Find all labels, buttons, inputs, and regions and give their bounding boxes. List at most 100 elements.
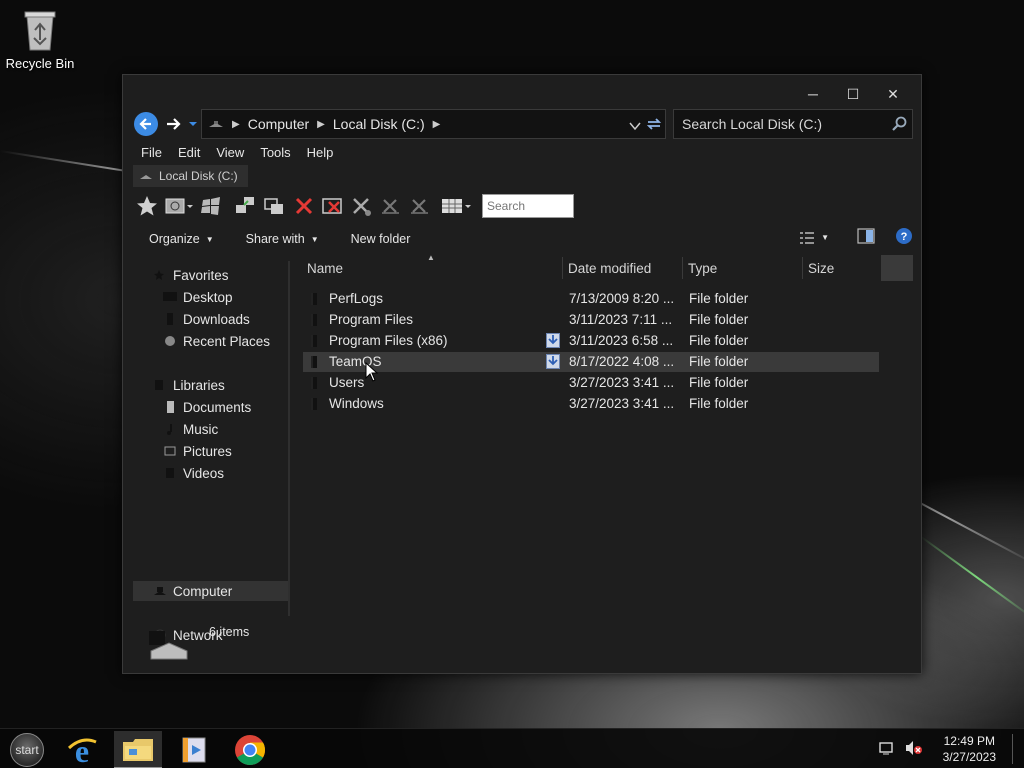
- chevron-down-icon[interactable]: [629, 118, 641, 134]
- desktop-icon-recycle-bin[interactable]: Recycle Bin: [2, 8, 78, 71]
- nav-favorites[interactable]: Favorites: [153, 265, 229, 285]
- redo-x-icon: [411, 199, 428, 214]
- delete-permanent-button[interactable]: [319, 192, 347, 220]
- menu-edit[interactable]: Edit: [170, 145, 208, 160]
- file-row[interactable]: Program Files 3/11/2023 7:11 ... File fo…: [303, 310, 879, 330]
- taskbar: start e 12:49 PM 3/27/2023: [0, 728, 1024, 768]
- column-divider[interactable]: [562, 257, 563, 279]
- menu-help[interactable]: Help: [299, 145, 342, 160]
- preview-pane-button[interactable]: [857, 228, 875, 247]
- breadcrumb-local-disk[interactable]: Local Disk (C:): [333, 116, 425, 132]
- chevron-right-icon: ▶: [317, 118, 325, 130]
- system-tray: 12:49 PM 3/27/2023: [878, 733, 1016, 765]
- favorite-star-button[interactable]: [133, 192, 161, 220]
- mouse-cursor-icon: [365, 361, 379, 385]
- start-button[interactable]: start: [10, 733, 44, 767]
- file-type: File folder: [689, 375, 749, 390]
- toolbar-search-input[interactable]: Search: [482, 194, 574, 218]
- minimize-button[interactable]: ─: [793, 83, 833, 105]
- move-to-button[interactable]: [261, 192, 289, 220]
- show-desktop-button[interactable]: [1012, 734, 1016, 764]
- change-view-button[interactable]: ▼: [799, 231, 845, 244]
- column-header-date-modified[interactable]: Date modified: [568, 257, 678, 279]
- breadcrumb-computer[interactable]: Computer: [248, 116, 309, 132]
- window-controls: ─ ☐ ✕: [793, 83, 913, 105]
- scissors-icon: [353, 198, 371, 216]
- chevron-down-icon: ▼: [205, 234, 214, 244]
- back-button[interactable]: [134, 112, 158, 136]
- column-divider[interactable]: [802, 257, 803, 279]
- file-date: 7/13/2009 8:20 ...: [569, 291, 675, 306]
- nav-item-pictures[interactable]: Pictures: [163, 441, 232, 461]
- drive-large-icon: [147, 629, 189, 664]
- file-row[interactable]: PerfLogs 7/13/2009 8:20 ... File folder: [303, 289, 879, 309]
- new-folder-button[interactable]: New folder: [335, 232, 427, 246]
- help-button[interactable]: ?: [895, 227, 913, 248]
- file-row[interactable]: Windows 3/27/2023 3:41 ... File folder: [303, 394, 879, 414]
- history-icon: [165, 198, 193, 214]
- file-row-selected[interactable]: TeamOS 8/17/2022 4:08 ... File folder: [303, 352, 879, 372]
- maximize-button[interactable]: ☐: [833, 83, 873, 105]
- recent-pages-dropdown[interactable]: [187, 112, 199, 136]
- windows-logo-button[interactable]: [197, 192, 225, 220]
- share-with-button[interactable]: Share with ▼: [230, 232, 335, 246]
- history-button[interactable]: [162, 192, 196, 220]
- preview-pane-icon: [857, 228, 875, 244]
- file-row[interactable]: Program Files (x86) 3/11/2023 6:58 ... F…: [303, 331, 879, 351]
- folder-icon: [311, 398, 317, 410]
- nav-item-videos[interactable]: Videos: [163, 463, 224, 483]
- action-center-icon[interactable]: [878, 741, 895, 758]
- forward-button[interactable]: [161, 112, 185, 136]
- taskbar-media-player[interactable]: [170, 731, 218, 768]
- close-button[interactable]: ✕: [873, 83, 913, 105]
- column-label: Date modified: [568, 260, 652, 276]
- nav-item-documents[interactable]: Documents: [163, 397, 251, 417]
- column-header-size[interactable]: Size: [808, 257, 878, 279]
- menu-tools[interactable]: Tools: [252, 145, 298, 160]
- menu-file[interactable]: File: [133, 145, 170, 160]
- refresh-icon[interactable]: [645, 115, 663, 136]
- recent-places-icon: [163, 335, 177, 347]
- nav-item-recent-places[interactable]: Recent Places: [163, 331, 270, 351]
- nav-computer[interactable]: Computer: [133, 581, 288, 601]
- redo-button[interactable]: [406, 192, 434, 220]
- forward-arrow-icon: [167, 118, 181, 130]
- menu-view[interactable]: View: [208, 145, 252, 160]
- nav-item-downloads[interactable]: Downloads: [163, 309, 250, 329]
- back-arrow-icon: [139, 118, 151, 130]
- column-divider[interactable]: [682, 257, 683, 279]
- cut-button[interactable]: [348, 192, 376, 220]
- folder-icon: [311, 293, 317, 305]
- clock[interactable]: 12:49 PM 3/27/2023: [943, 733, 996, 765]
- music-icon: [163, 423, 177, 435]
- taskbar-chrome[interactable]: [226, 731, 274, 768]
- search-input[interactable]: Search Local Disk (C:): [673, 109, 913, 139]
- nav-computer-label: Computer: [173, 583, 233, 599]
- taskbar-file-explorer[interactable]: [114, 731, 162, 768]
- libraries-icon: [153, 379, 167, 391]
- undo-button[interactable]: [377, 192, 405, 220]
- documents-icon: [163, 401, 177, 413]
- nav-item-label: Desktop: [183, 289, 233, 305]
- search-icon[interactable]: [892, 116, 908, 135]
- address-bar[interactable]: ▶ Computer ▶ Local Disk (C:) ▶: [201, 109, 666, 139]
- delete-button[interactable]: [290, 192, 318, 220]
- details-pane: 6 items: [133, 625, 913, 669]
- nav-item-music[interactable]: Music: [163, 419, 218, 439]
- view-mode-button[interactable]: [439, 192, 475, 220]
- nav-pane-divider[interactable]: [288, 261, 290, 616]
- column-header-name[interactable]: Name: [307, 257, 557, 279]
- column-header-type[interactable]: Type: [688, 257, 798, 279]
- chrome-icon: [235, 735, 266, 766]
- file-row[interactable]: Users 3/27/2023 3:41 ... File folder: [303, 373, 879, 393]
- nav-libraries[interactable]: Libraries: [153, 375, 225, 395]
- organize-button[interactable]: Organize ▼: [133, 232, 230, 246]
- file-name: PerfLogs: [329, 291, 384, 306]
- file-date: 3/11/2023 7:11 ...: [569, 312, 673, 327]
- nav-item-label: Pictures: [183, 443, 232, 459]
- copy-to-button[interactable]: [232, 192, 260, 220]
- tab-local-disk[interactable]: Local Disk (C:): [133, 165, 248, 187]
- volume-muted-icon[interactable]: [905, 740, 923, 759]
- nav-item-desktop[interactable]: Desktop: [163, 287, 233, 307]
- taskbar-internet-explorer[interactable]: e: [58, 731, 106, 768]
